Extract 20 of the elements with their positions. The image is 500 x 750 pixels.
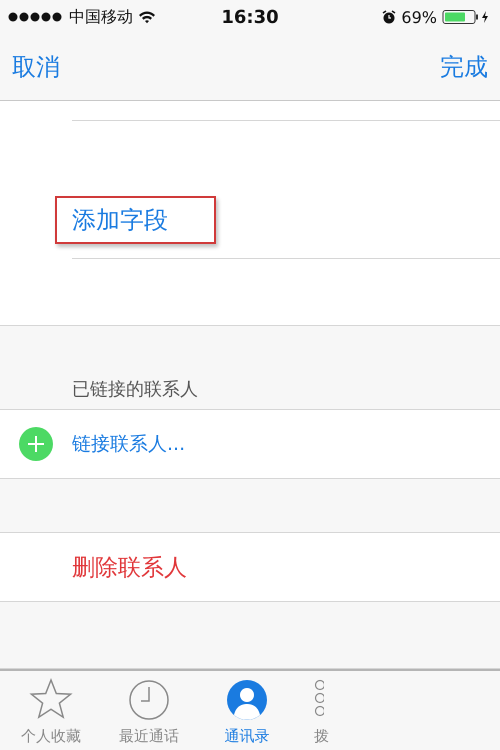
tab[interactable]: 个人收藏 — [2, 671, 100, 750]
done-button[interactable]: 完成 — [440, 51, 488, 83]
tab[interactable]: 最近通话 — [100, 671, 198, 750]
add-icon[interactable] — [19, 427, 53, 461]
wifi-icon — [138, 10, 156, 24]
cancel-button[interactable]: 取消 — [12, 51, 60, 83]
clock-icon — [128, 679, 170, 721]
tab[interactable]: 拨 — [296, 671, 356, 750]
delete-contact-button[interactable]: 删除联系人 — [19, 552, 187, 582]
star-icon — [29, 677, 73, 721]
battery-percent: 69% — [401, 8, 437, 26]
add-field-button[interactable]: 添加字段 — [55, 196, 216, 244]
alarm-icon — [382, 10, 396, 24]
person-icon — [226, 679, 268, 721]
signal-icon — [8, 12, 64, 22]
status-time: 16:30 — [221, 6, 279, 28]
link-contact-button[interactable]: 链接联系人... — [72, 431, 186, 457]
tab[interactable]: 通讯录 — [198, 671, 296, 750]
section-header: 已链接的联系人 — [72, 378, 198, 401]
carrier-name: 中国移动 — [69, 6, 133, 28]
